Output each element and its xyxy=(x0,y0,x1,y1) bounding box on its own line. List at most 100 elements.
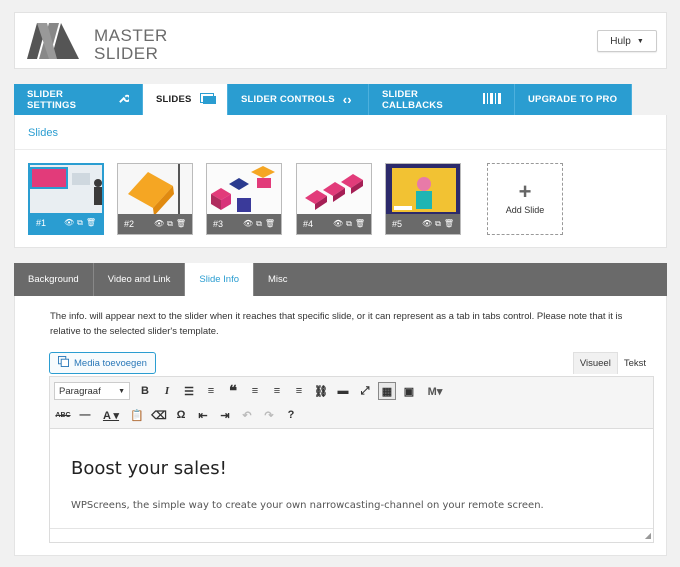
slide-info-panel: The info. will appear next to the slider… xyxy=(14,296,667,556)
special-character-icon[interactable]: Ω xyxy=(172,406,190,424)
tab-misc[interactable]: Misc xyxy=(254,263,302,296)
trash-icon[interactable]: 🗑 xyxy=(444,219,454,229)
link-icon[interactable]: ⛓ xyxy=(312,382,330,400)
slide-number: #2 xyxy=(124,219,135,229)
main-tabs: SLIDER SETTINGS SLIDES SLIDER CONTROLS ‹… xyxy=(14,84,632,115)
add-slide-button[interactable]: + Add Slide xyxy=(487,163,563,235)
numbered-list-icon[interactable]: ≡ xyxy=(202,382,220,400)
eye-icon[interactable]: 👁 xyxy=(422,219,432,229)
tab-slider-callbacks[interactable]: SLIDER CALLBACKS xyxy=(369,84,515,115)
duplicate-icon[interactable]: ⧉ xyxy=(346,219,352,229)
logo-text-bottom: SLIDER xyxy=(94,44,159,63)
italic-icon[interactable]: I xyxy=(158,382,176,400)
align-right-icon[interactable]: ≡ xyxy=(290,382,308,400)
trash-icon[interactable]: 🗑 xyxy=(355,219,365,229)
eye-icon[interactable]: 👁 xyxy=(64,218,74,228)
slide-number: #1 xyxy=(36,218,47,228)
logo-text-top: MASTER xyxy=(94,26,168,45)
slide-thumb-bar: #1 👁 ⧉ 🗑 xyxy=(30,213,102,233)
divider xyxy=(15,149,666,150)
duplicate-icon[interactable]: ⧉ xyxy=(167,219,173,229)
slide-thumb-3[interactable]: #3 👁 ⧉ 🗑 xyxy=(206,163,282,235)
content-heading: Boost your sales! xyxy=(71,458,227,479)
eye-icon[interactable]: 👁 xyxy=(243,219,253,229)
tab-upgrade-pro[interactable]: UPGRADE TO PRO xyxy=(515,84,632,115)
eye-icon[interactable]: 👁 xyxy=(154,219,164,229)
tab-slider-settings[interactable]: SLIDER SETTINGS xyxy=(14,84,143,115)
media-button-label: Media toevoegen xyxy=(74,357,147,369)
editor-content[interactable]: Boost your sales! WPScreens, the simple … xyxy=(50,430,653,528)
barcode-icon xyxy=(483,92,501,107)
slide-number: #3 xyxy=(213,219,224,229)
tab-label: SLIDER SETTINGS xyxy=(27,88,77,111)
strikethrough-icon[interactable]: ABC xyxy=(54,406,72,424)
tab-label: UPGRADE TO PRO xyxy=(528,94,618,105)
indent-icon[interactable]: ⇥ xyxy=(216,406,234,424)
fullscreen-icon[interactable]: ⤢ xyxy=(356,382,374,400)
arrows-icon: ‹› xyxy=(342,92,352,107)
tab-slides[interactable]: SLIDES xyxy=(143,84,228,115)
plus-icon: + xyxy=(518,179,532,204)
slide-number: #4 xyxy=(303,219,314,229)
tab-label: SLIDER CALLBACKS xyxy=(382,88,443,111)
tab-background[interactable]: Background xyxy=(14,263,94,296)
duplicate-icon[interactable]: ⧉ xyxy=(77,218,83,228)
trash-icon[interactable]: 🗑 xyxy=(86,218,96,228)
blockquote-icon[interactable]: ❝ xyxy=(224,382,242,400)
slide-thumb-bar: #4 👁 ⧉ 🗑 xyxy=(297,214,371,234)
slides-panel: Slides #1 👁 ⧉ 🗑 #2 👁 ⧉ 🗑 #3 👁 ⧉ 🗑 #4 👁 ⧉… xyxy=(14,115,667,248)
add-slide-label: Add Slide xyxy=(505,205,545,215)
help-icon[interactable]: ? xyxy=(282,406,300,424)
duplicate-icon[interactable]: ⧉ xyxy=(435,219,441,229)
clear-formatting-icon[interactable]: ⌫ xyxy=(150,406,168,424)
align-left-icon[interactable]: ≡ xyxy=(246,382,264,400)
editor-mode-tabs: Visueel Tekst xyxy=(572,352,652,374)
slide-thumb-5[interactable]: #5 👁 ⧉ 🗑 xyxy=(385,163,461,235)
insert-image-icon[interactable]: ▣ xyxy=(400,382,418,400)
tab-label: SLIDER CONTROLS xyxy=(241,94,335,105)
content-paragraph: WPScreens, the simple way to create your… xyxy=(71,500,544,511)
help-dropdown-button[interactable]: Hulp ▼ xyxy=(597,30,657,52)
format-select-value: Paragraaf xyxy=(59,385,101,397)
toolbar-toggle-icon[interactable]: ▦ xyxy=(378,382,396,400)
slide-thumb-1[interactable]: #1 👁 ⧉ 🗑 xyxy=(28,163,104,235)
tab-slider-controls[interactable]: SLIDER CONTROLS ‹› xyxy=(228,84,369,115)
rich-text-editor: Paragraaf ▼ B I ☰ ≡ ❝ ≡ ≡ ≡ ⛓ ▬ ⤢ ▦ ▣ M▾… xyxy=(49,376,654,543)
slides-title: Slides xyxy=(28,127,58,139)
slide-thumb-2[interactable]: #2 👁 ⧉ 🗑 xyxy=(117,163,193,235)
slide-thumb-bar: #3 👁 ⧉ 🗑 xyxy=(207,214,281,234)
slides-icon xyxy=(199,92,216,107)
outdent-icon[interactable]: ⇤ xyxy=(194,406,212,424)
slide-info-description: The info. will appear next to the slider… xyxy=(50,311,623,337)
wrench-icon xyxy=(118,93,131,107)
add-media-button[interactable]: Media toevoegen xyxy=(49,352,156,374)
slide-thumb-4[interactable]: #4 👁 ⧉ 🗑 xyxy=(296,163,372,235)
master-slider-insert-icon[interactable]: M▾ xyxy=(422,382,448,400)
text-color-icon[interactable]: A ▾ xyxy=(98,406,124,424)
paste-text-icon[interactable]: 📋 xyxy=(128,406,146,424)
slide-number: #5 xyxy=(392,219,403,229)
resize-handle-icon[interactable]: ◢ xyxy=(645,531,651,540)
duplicate-icon[interactable]: ⧉ xyxy=(256,219,262,229)
horizontal-line-icon[interactable]: — xyxy=(76,406,94,424)
align-center-icon[interactable]: ≡ xyxy=(268,382,286,400)
caret-down-icon: ▼ xyxy=(636,37,644,45)
format-select[interactable]: Paragraaf ▼ xyxy=(54,382,130,400)
editor-statusbar: ◢ xyxy=(50,528,653,542)
bullet-list-icon[interactable]: ☰ xyxy=(180,382,198,400)
eye-icon[interactable]: 👁 xyxy=(333,219,343,229)
caret-down-icon: ▼ xyxy=(118,387,125,395)
redo-icon[interactable]: ↷ xyxy=(260,406,278,424)
trash-icon[interactable]: 🗑 xyxy=(176,219,186,229)
tab-video-link[interactable]: Video and Link xyxy=(94,263,186,296)
trash-icon[interactable]: 🗑 xyxy=(265,219,275,229)
header-bar: MASTER SLIDER Hulp ▼ xyxy=(14,12,667,69)
slide-thumb-bar: #2 👁 ⧉ 🗑 xyxy=(118,214,192,234)
undo-icon[interactable]: ↶ xyxy=(238,406,256,424)
read-more-icon[interactable]: ▬ xyxy=(334,382,352,400)
tab-slide-info[interactable]: Slide Info xyxy=(185,263,255,296)
bold-icon[interactable]: B xyxy=(136,382,154,400)
tab-visual[interactable]: Visueel xyxy=(572,352,618,374)
tab-text[interactable]: Tekst xyxy=(618,352,652,374)
help-label: Hulp xyxy=(610,35,631,47)
